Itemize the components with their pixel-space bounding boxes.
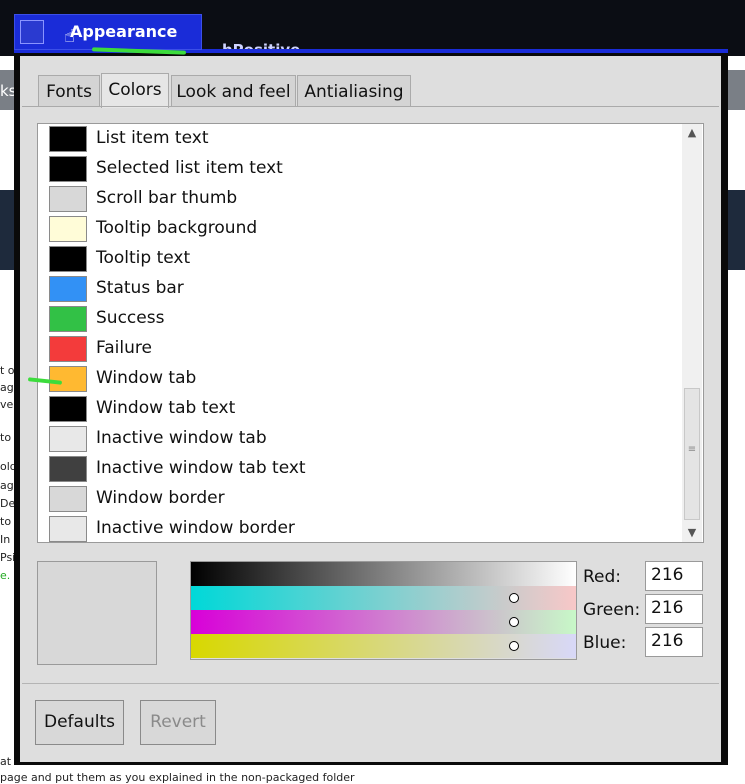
color-preview bbox=[37, 561, 157, 665]
green-field[interactable]: 216 bbox=[645, 594, 703, 624]
list-item-label: Status bar bbox=[96, 278, 184, 298]
color-swatch bbox=[49, 486, 87, 512]
background-text: Psi bbox=[0, 551, 16, 564]
background-text: De bbox=[0, 497, 16, 510]
color-swatch bbox=[49, 246, 87, 272]
blue-label: Blue: bbox=[583, 633, 627, 653]
tab-divider bbox=[22, 106, 719, 107]
color-swatch bbox=[49, 366, 87, 392]
defaults-button[interactable]: Defaults bbox=[35, 700, 124, 745]
background-text: In bbox=[0, 533, 11, 546]
color-swatch bbox=[49, 396, 87, 422]
color-swatch bbox=[49, 456, 87, 482]
window-close-icon[interactable] bbox=[20, 20, 44, 44]
color-list[interactable]: List item text Selected list item text S… bbox=[37, 123, 704, 543]
list-item-label: Tooltip text bbox=[96, 248, 191, 268]
list-item-label: Inactive window tab bbox=[96, 428, 267, 448]
color-swatch bbox=[49, 426, 87, 452]
brightness-slider[interactable] bbox=[191, 562, 576, 586]
background-text: ve bbox=[0, 398, 14, 411]
scroll-up-icon[interactable]: ▲ bbox=[682, 124, 702, 142]
tab-antialiasing[interactable]: Antialiasing bbox=[297, 75, 411, 107]
green-slider-knob[interactable] bbox=[509, 617, 519, 627]
color-swatch bbox=[49, 336, 87, 362]
window-title: Appearance bbox=[70, 22, 178, 41]
red-field[interactable]: 216 bbox=[645, 561, 703, 591]
list-item-label: Tooltip background bbox=[96, 218, 258, 238]
list-item-label: Window tab bbox=[96, 368, 197, 388]
list-item-label: Scroll bar thumb bbox=[96, 188, 238, 208]
list-item-label: Failure bbox=[96, 338, 152, 358]
hand-cursor-icon: ☝ bbox=[64, 26, 75, 47]
list-item-label: Inactive window border bbox=[96, 518, 295, 538]
background-text: ag bbox=[0, 381, 14, 394]
list-item-label: List item text bbox=[96, 128, 209, 148]
tab-look-and-feel[interactable]: Look and feel bbox=[171, 75, 296, 107]
background-text: at bbox=[0, 755, 12, 768]
background-text: to bbox=[0, 431, 12, 444]
list-item-label: Success bbox=[96, 308, 165, 328]
separator bbox=[22, 683, 719, 684]
blue-field[interactable]: 216 bbox=[645, 627, 703, 657]
revert-button[interactable]: Revert bbox=[140, 700, 216, 745]
color-swatch bbox=[49, 186, 87, 212]
list-item-label: Window tab text bbox=[96, 398, 236, 418]
red-slider-knob[interactable] bbox=[509, 593, 519, 603]
list-item-label: Selected list item text bbox=[96, 158, 283, 178]
tab-colors[interactable]: Colors bbox=[101, 73, 169, 108]
scroll-grip-icon: ≡ bbox=[687, 444, 697, 455]
blue-slider-knob[interactable] bbox=[509, 641, 519, 651]
color-swatch bbox=[49, 516, 87, 542]
background-text: page and put them as you explained in th… bbox=[0, 771, 355, 784]
color-swatch bbox=[49, 276, 87, 302]
color-swatch bbox=[49, 126, 87, 152]
background-text: t o bbox=[0, 364, 15, 377]
green-label: Green: bbox=[583, 600, 641, 620]
color-swatch bbox=[49, 156, 87, 182]
tab-fonts[interactable]: Fonts bbox=[38, 75, 100, 107]
list-item-label: Window border bbox=[96, 488, 225, 508]
background-link-text: e. bbox=[0, 569, 11, 582]
red-label: Red: bbox=[583, 567, 622, 587]
color-swatch bbox=[49, 306, 87, 332]
scroll-down-icon[interactable]: ▼ bbox=[682, 524, 702, 542]
list-item-label: Inactive window tab text bbox=[96, 458, 306, 478]
background-text: to bbox=[0, 515, 12, 528]
color-swatch bbox=[49, 216, 87, 242]
